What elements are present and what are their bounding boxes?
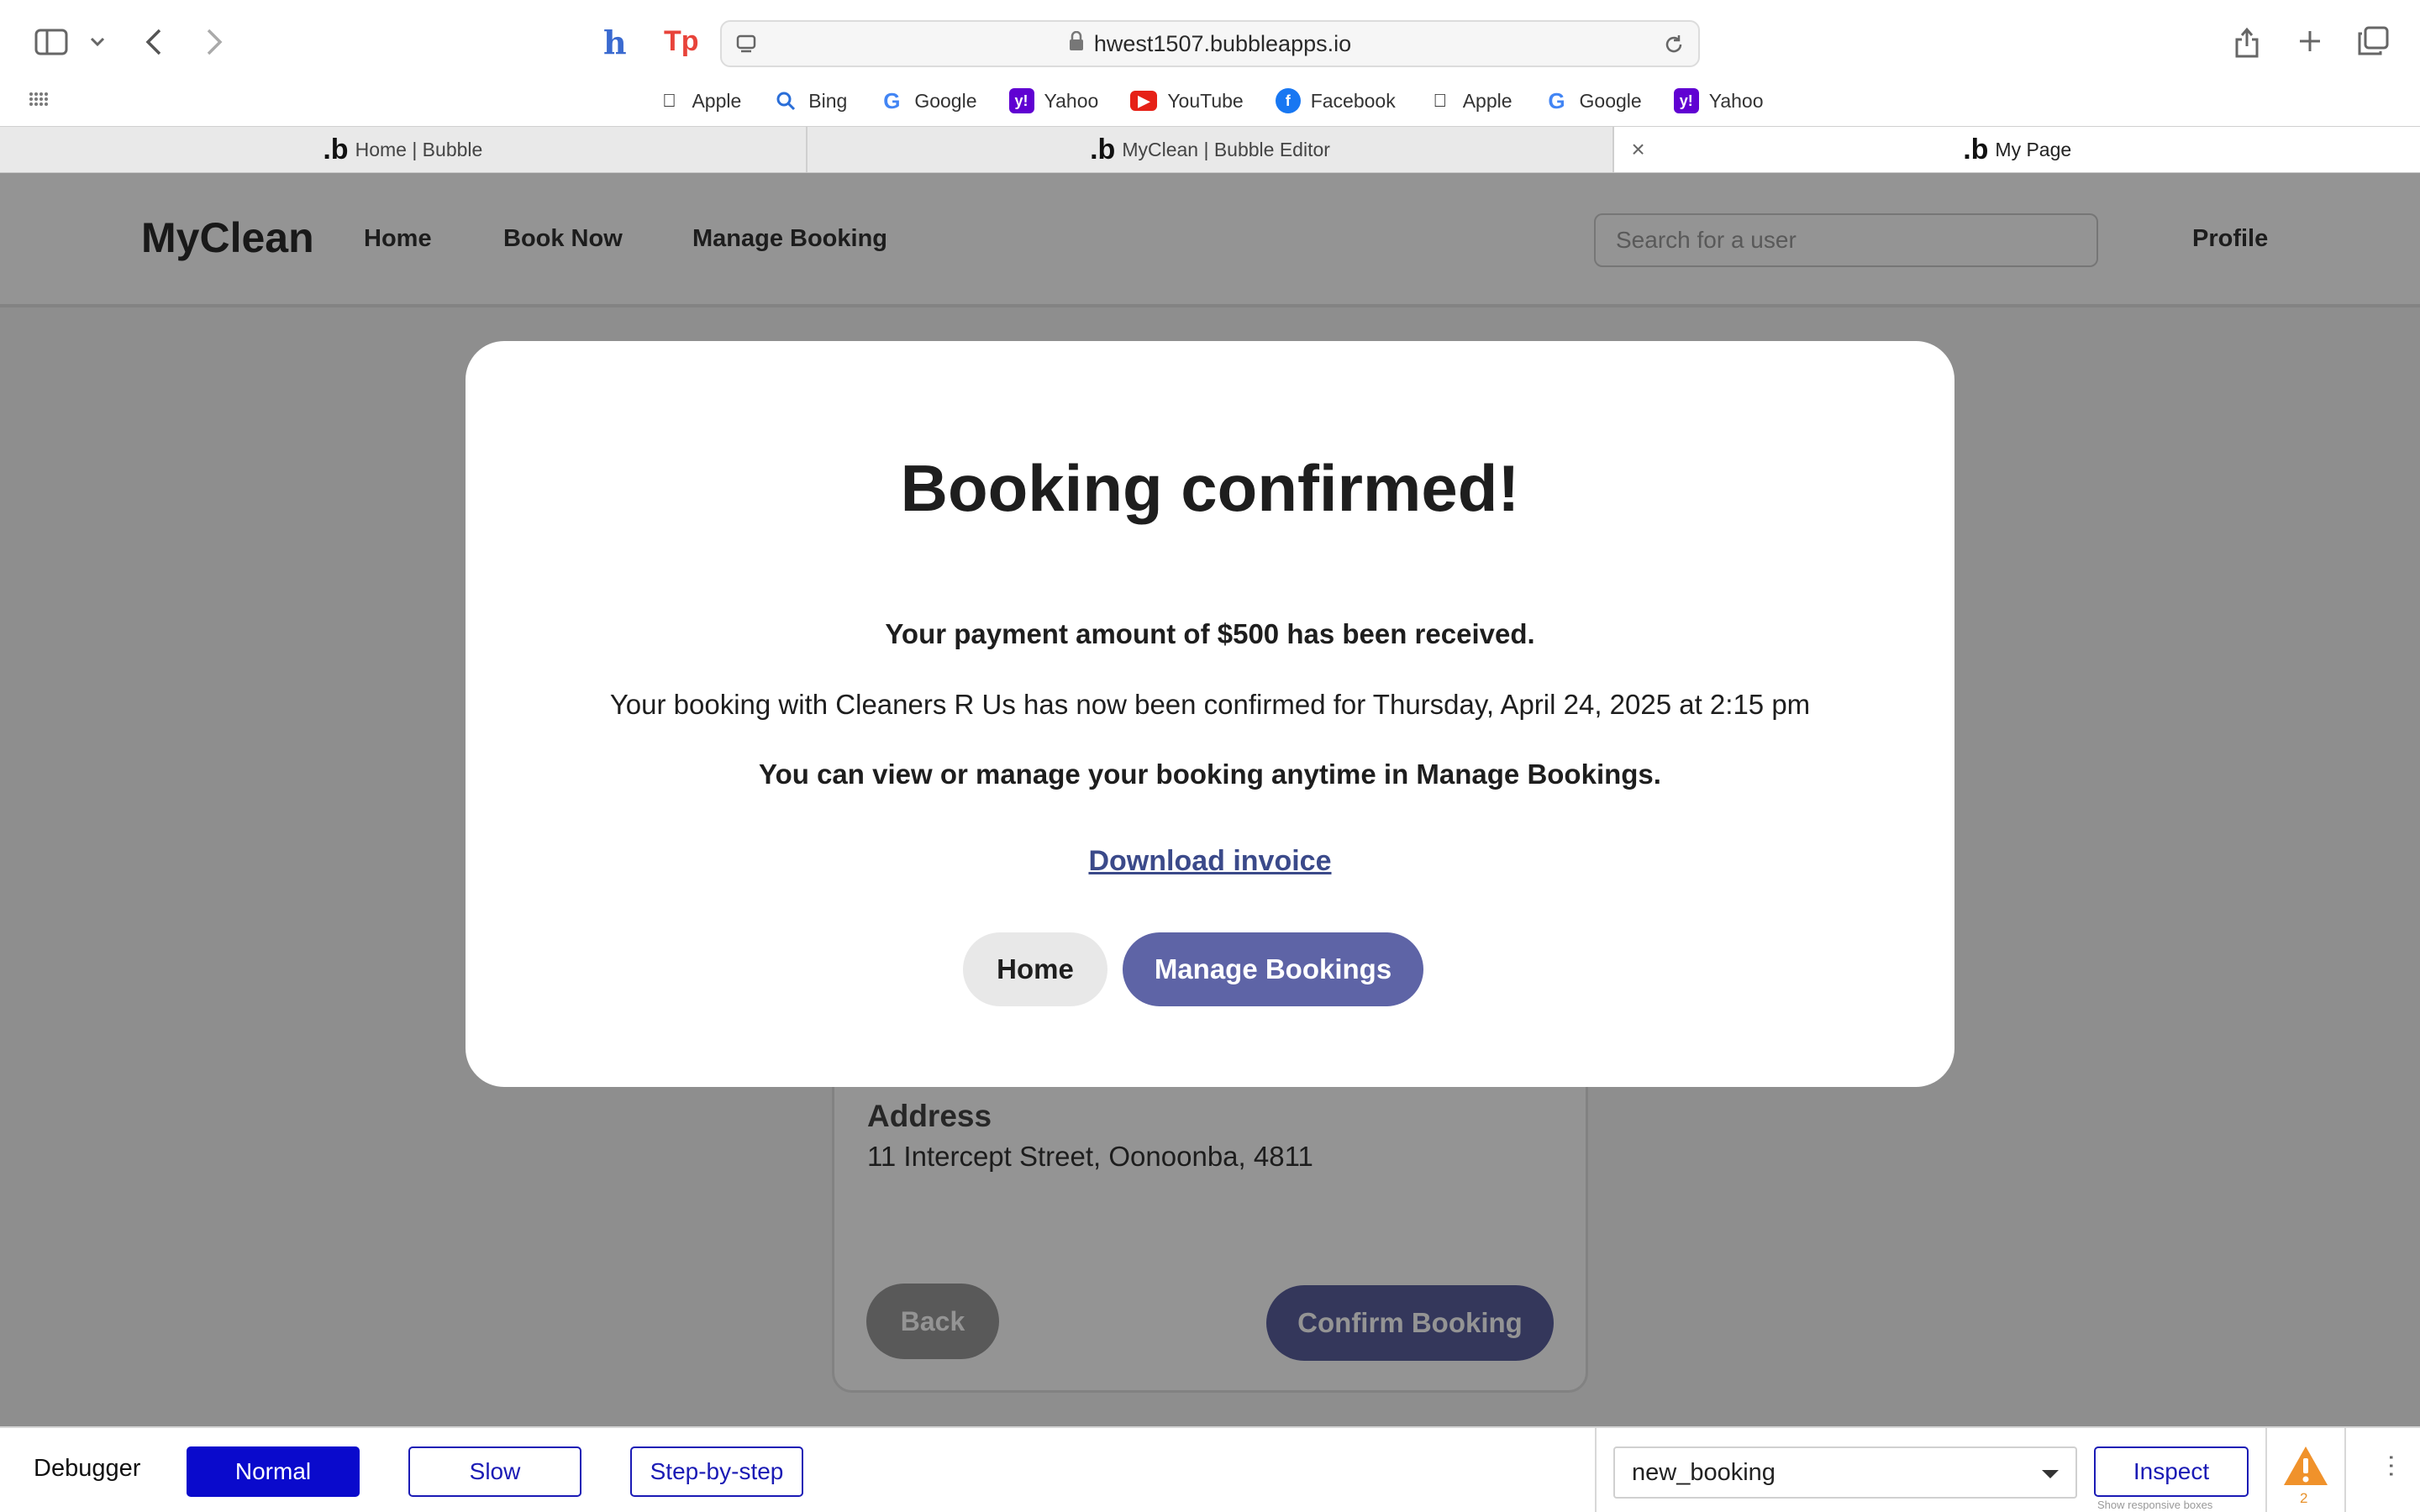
browser-chrome: h Tp hwest1507.bubbleapps.io Apple Bing… xyxy=(0,0,2420,173)
reload-icon[interactable] xyxy=(1661,32,1686,57)
yahoo-icon: y! xyxy=(1673,88,1699,113)
inspect-button[interactable]: Inspect xyxy=(2094,1446,2249,1497)
home-button[interactable]: Home xyxy=(963,932,1107,1006)
lock-icon xyxy=(1069,30,1084,57)
tab-myclean-editor[interactable]: .b MyClean | Bubble Editor xyxy=(808,127,1615,172)
debug-mode-slow-button[interactable]: Slow xyxy=(408,1446,581,1497)
facebook-icon: f xyxy=(1275,88,1301,113)
address-bar[interactable]: hwest1507.bubbleapps.io xyxy=(720,20,1700,67)
google-icon: G xyxy=(883,87,901,113)
favorites-bar: Apple Bing GGoogle y!Yahoo ▶YouTube fFa… xyxy=(0,82,2420,119)
favorite-google[interactable]: G Google xyxy=(1544,87,1641,113)
apple-icon:  xyxy=(656,88,681,113)
bubble-logo-icon: .b xyxy=(1963,133,1989,165)
youtube-icon: ▶ xyxy=(1130,91,1158,111)
share-icon[interactable] xyxy=(2232,24,2262,60)
warning-icon[interactable] xyxy=(2282,1445,2329,1487)
bubble-logo-icon: .b xyxy=(1090,133,1116,165)
tab-strip: .b Home | Bubble .b MyClean | Bubble Edito… xyxy=(0,126,2420,173)
tab-overview-icon[interactable] xyxy=(2356,25,2390,57)
element-select-dropdown[interactable]: new_booking xyxy=(1613,1446,2077,1499)
debugger-bar: Debugger Normal Slow Step-by-step new_bo… xyxy=(0,1426,2420,1512)
close-tab-icon[interactable]: × xyxy=(1631,136,1644,163)
favorite-apple[interactable]: Apple xyxy=(656,88,741,113)
manage-bookings-button[interactable]: Manage Bookings xyxy=(1123,932,1423,1006)
tp-extension-icon[interactable]: Tp xyxy=(664,25,699,58)
yahoo-icon: y! xyxy=(1008,88,1034,113)
apple-icon:  xyxy=(1428,88,1453,113)
debugger-label: Debugger xyxy=(34,1455,141,1482)
more-options-icon[interactable]: ⋯ xyxy=(2376,1453,2406,1475)
new-tab-icon[interactable] xyxy=(2296,27,2324,55)
divider xyxy=(2265,1428,2267,1512)
favorite-google[interactable]: G Google xyxy=(879,88,976,113)
bing-search-icon xyxy=(773,88,798,113)
booking-message: Your booking with Cleaners R Us has now … xyxy=(609,689,1811,720)
favorite-facebook[interactable]: f Facebook xyxy=(1275,88,1396,113)
manage-message: You can view or manage your booking anyt… xyxy=(759,759,1661,790)
debug-mode-step-button[interactable]: Step-by-step xyxy=(630,1446,803,1497)
favorite-apple[interactable]: Apple xyxy=(1428,88,1512,113)
tab-home-bubble[interactable]: .b Home | Bubble xyxy=(0,127,808,172)
favorite-yahoo[interactable]: y! Yahoo xyxy=(1008,88,1098,113)
url-text: hwest1507.bubbleapps.io xyxy=(1093,30,1352,56)
back-arrow-icon[interactable] xyxy=(141,27,166,57)
divider xyxy=(2344,1428,2346,1512)
forward-arrow-icon[interactable] xyxy=(202,27,227,57)
booking-confirmed-modal: Booking confirmed! Your payment amount o… xyxy=(466,341,1954,1087)
warning-count: 2 xyxy=(2300,1490,2308,1506)
responsive-boxes-hint[interactable]: Show responsive boxes xyxy=(2097,1499,2212,1511)
debug-mode-normal-button[interactable]: Normal xyxy=(187,1446,360,1497)
favorite-youtube[interactable]: ▶ YouTube xyxy=(1130,90,1244,113)
hypothesis-extension-icon[interactable]: h xyxy=(603,24,627,61)
chevron-down-icon[interactable] xyxy=(87,34,108,50)
download-invoice-link[interactable]: Download invoice xyxy=(1088,845,1331,877)
modal-title: Booking confirmed! xyxy=(900,451,1520,525)
favorite-yahoo[interactable]: y! Yahoo xyxy=(1673,88,1764,113)
divider xyxy=(1595,1428,1597,1512)
favorite-bing[interactable]: Bing xyxy=(773,88,847,113)
tab-my-page[interactable]: × .b My Page xyxy=(1614,127,2420,172)
element-select-value: new_booking xyxy=(1632,1458,1776,1486)
bubble-logo-icon: .b xyxy=(323,133,349,165)
google-icon: G xyxy=(1548,87,1565,113)
dropdown-caret-icon xyxy=(2042,1470,2059,1478)
sidebar-toggle-icon[interactable] xyxy=(32,25,71,59)
payment-message: Your payment amount of $500 has been rec… xyxy=(885,618,1535,649)
